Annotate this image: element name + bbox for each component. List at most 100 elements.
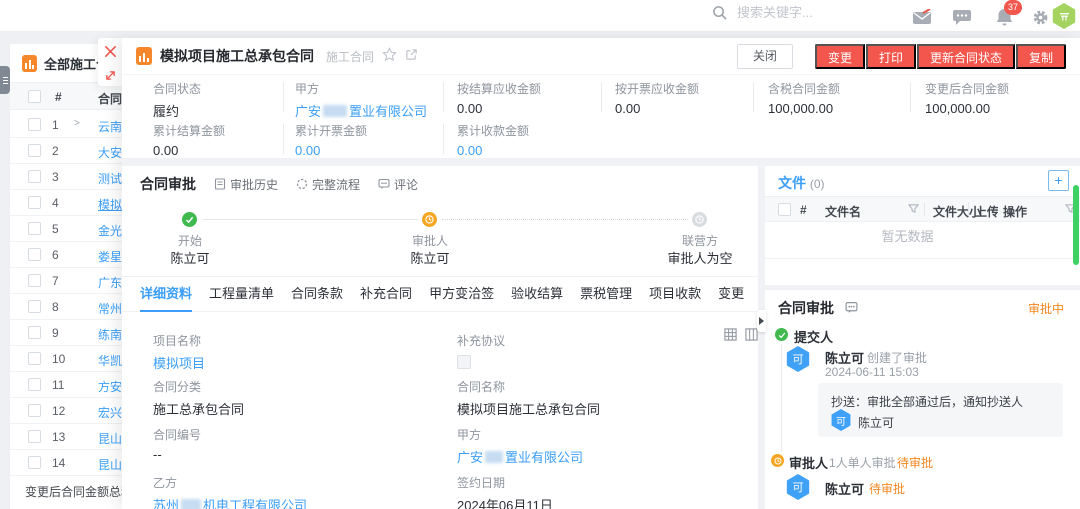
col-index: # xyxy=(55,90,62,104)
detail-tabs: 详细资料 工程量清单 合同条款 补充合同 甲方变洽签 验收结算 票税管理 项目收… xyxy=(122,277,758,312)
tab-party-a-change[interactable]: 甲方变洽签 xyxy=(429,277,494,312)
list-item[interactable]: 13昆山 xyxy=(10,424,122,450)
cc-note: 抄送：审批全部通过后，通知抄送人 xyxy=(831,393,1023,410)
contract-detail-panel: 模拟项目施工总承包合同 施工合同 关闭 变更 打印 更新合同状态 复制 合同状态… xyxy=(122,38,1080,509)
row-checkbox[interactable] xyxy=(28,378,41,391)
list-item[interactable]: 12宏兴 xyxy=(10,398,122,424)
col-name: 合同 xyxy=(98,90,122,107)
chat-icon[interactable] xyxy=(952,7,972,27)
approver-name: 陈立可 xyxy=(825,479,864,498)
list-item[interactable]: 6娄星 xyxy=(10,242,122,268)
sidebar-toggle-icon[interactable] xyxy=(0,66,10,94)
tab-invoice-tax[interactable]: 票税管理 xyxy=(580,277,632,312)
row-checkbox[interactable] xyxy=(28,430,41,443)
info-field-invoice-receivable: 按开票应收金额0.00 xyxy=(615,80,699,116)
expand-row-icon[interactable]: > xyxy=(74,118,80,129)
close-icon[interactable] xyxy=(104,45,117,61)
detail-main: 合同审批 审批历史 完整流程 评论 开始 陈立可 审批人 陈立可 联营方 审批人… xyxy=(122,166,758,509)
redacted-text xyxy=(485,451,503,463)
row-checkbox[interactable] xyxy=(28,222,41,235)
tab-acceptance[interactable]: 验收结算 xyxy=(511,277,563,312)
add-file-button[interactable]: + xyxy=(1048,170,1069,191)
tab-terms[interactable]: 合同条款 xyxy=(291,277,343,312)
tab-detail-info[interactable]: 详细资料 xyxy=(140,277,192,312)
list-item[interactable]: 5金光 xyxy=(10,216,122,242)
user-avatar[interactable] xyxy=(1051,3,1077,29)
row-checkbox[interactable] xyxy=(28,144,41,157)
notification-badge: 37 xyxy=(1004,0,1022,15)
field-sign-date: 签约日期2024年06月11日 xyxy=(457,474,553,509)
list-item[interactable]: 2大安 xyxy=(10,138,122,164)
approver-status: 待审批 xyxy=(897,454,933,471)
step-person: 审批人为空 xyxy=(640,248,758,267)
list-item[interactable]: 9练南 xyxy=(10,320,122,346)
supplement-checkbox[interactable] xyxy=(457,355,471,369)
row-checkbox[interactable] xyxy=(28,118,41,131)
panel-collapse-handle[interactable] xyxy=(757,310,766,332)
row-checkbox[interactable] xyxy=(28,170,41,183)
list-item[interactable]: 7广东 xyxy=(10,268,122,294)
close-button[interactable]: 关闭 xyxy=(737,44,793,69)
full-flow-link[interactable]: 完整流程 xyxy=(296,176,360,193)
column-view-icon[interactable] xyxy=(745,328,758,344)
info-field-total-settled: 累计结算金额0.00 xyxy=(153,122,225,158)
row-checkbox[interactable] xyxy=(28,274,41,287)
row-checkbox[interactable] xyxy=(28,248,41,261)
field-contract-no: 合同编号-- xyxy=(153,426,201,462)
comment-link[interactable]: 评论 xyxy=(378,176,418,193)
fullscreen-expand-icon[interactable] xyxy=(105,70,116,84)
field-supplement: 补充协议 xyxy=(457,332,505,369)
select-all-checkbox[interactable] xyxy=(778,203,791,216)
comment-icon[interactable] xyxy=(845,301,858,317)
row-checkbox[interactable] xyxy=(28,300,41,313)
step-current-clock-icon xyxy=(422,212,437,227)
table-view-icon[interactable] xyxy=(724,328,737,344)
page-title: 模拟项目施工总承包合同 xyxy=(160,46,314,66)
list-item[interactable]: 4模拟 xyxy=(10,190,122,216)
row-checkbox[interactable] xyxy=(28,404,41,417)
list-item[interactable]: 14昆山 xyxy=(10,450,122,476)
favorite-star-icon[interactable] xyxy=(382,47,397,65)
scrollbar-thumb[interactable] xyxy=(1073,185,1079,265)
empty-state-text: 暂无数据 xyxy=(765,226,1050,245)
tab-boq[interactable]: 工程量清单 xyxy=(209,277,274,312)
files-panel: 文件 (0) + # 文件名 文件大小 上传人 操作 暂无数据 xyxy=(765,166,1080,285)
list-item[interactable]: 10华凯 xyxy=(10,346,122,372)
row-checkbox[interactable] xyxy=(28,352,41,365)
tab-receipts[interactable]: 项目收款 xyxy=(649,277,701,312)
row-checkbox[interactable] xyxy=(28,456,41,469)
approval-section-title: 合同审批 xyxy=(140,174,196,194)
field-party-a: 甲方广安置业有限公司 xyxy=(457,426,583,466)
contract-info-grid: 合同状态履约 甲方广安置业有限公司 按结算应收金额0.00 按开票应收金额0.0… xyxy=(122,75,1080,158)
contract-type-tag: 施工合同 xyxy=(326,48,374,65)
contract-doc-icon xyxy=(22,55,37,72)
search-input[interactable] xyxy=(737,5,887,20)
change-button[interactable]: 变更 xyxy=(815,44,865,69)
update-status-button[interactable]: 更新合同状态 xyxy=(917,44,1015,69)
tab-changes[interactable]: 变更 xyxy=(718,277,744,312)
row-checkbox[interactable] xyxy=(28,326,41,339)
external-link-icon[interactable] xyxy=(405,48,418,64)
filter-funnel-icon[interactable] xyxy=(908,203,919,217)
list-item[interactable]: 1>云南 xyxy=(10,112,122,138)
list-item[interactable]: 11方安 xyxy=(10,372,122,398)
user-avatar-hexagon: 可 xyxy=(785,346,811,372)
submitter-action: 创建了审批 xyxy=(867,349,927,366)
field-category: 合同分类施工总承包合同 xyxy=(153,378,244,418)
approval-timeline-panel: 合同审批 审批中 提交人 可 陈立可 创建了审批 2024-06-11 15:0… xyxy=(765,290,1080,509)
field-contract-name: 合同名称模拟项目施工总承包合同 xyxy=(457,378,600,418)
info-field-changed-amount: 变更后合同金额100,000.00 xyxy=(925,80,1009,116)
gear-icon[interactable] xyxy=(1030,7,1050,27)
list-footer-total: 变更后合同金额总和: xyxy=(25,483,122,500)
mail-icon[interactable] xyxy=(912,7,932,27)
list-item[interactable]: 3测试 xyxy=(10,164,122,190)
step-done-check-icon xyxy=(182,212,197,227)
print-button[interactable]: 打印 xyxy=(866,44,916,69)
row-checkbox[interactable] xyxy=(28,196,41,209)
list-item[interactable]: 8常州 xyxy=(10,294,122,320)
global-search[interactable] xyxy=(712,5,887,20)
copy-button[interactable]: 复制 xyxy=(1016,44,1066,69)
approval-history-link[interactable]: 审批历史 xyxy=(214,176,278,193)
select-all-checkbox[interactable] xyxy=(28,90,41,103)
tab-supplement[interactable]: 补充合同 xyxy=(360,277,412,312)
